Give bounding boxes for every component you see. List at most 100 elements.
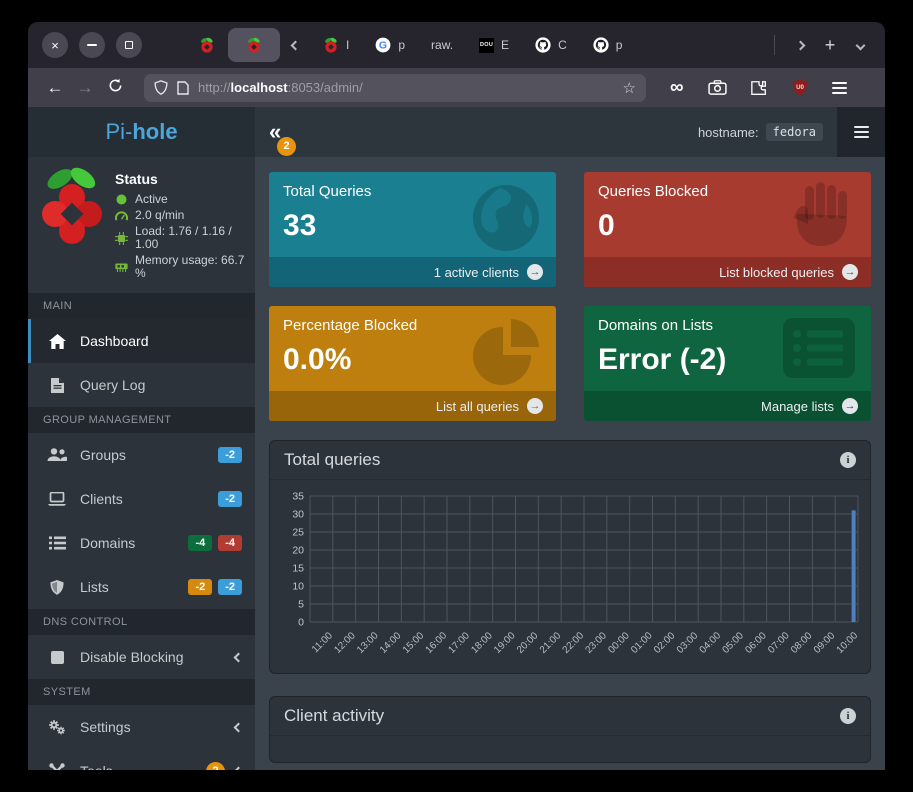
tab[interactable]: Gp bbox=[362, 28, 418, 62]
menu-item-label: Dashboard bbox=[80, 333, 149, 349]
app-menu-button[interactable] bbox=[832, 82, 847, 94]
tab[interactable]: C bbox=[522, 28, 580, 62]
card-footer-label: 1 active clients bbox=[434, 265, 519, 280]
screenshot-camera-icon[interactable] bbox=[708, 80, 727, 95]
page-info-icon[interactable] bbox=[177, 81, 189, 95]
tab[interactable]: I bbox=[310, 28, 362, 62]
svg-text:0: 0 bbox=[298, 617, 304, 629]
count-badge: -4 bbox=[218, 535, 242, 551]
info-icon[interactable]: i bbox=[840, 452, 856, 468]
status-text: Memory usage: 66.7 % bbox=[135, 254, 247, 280]
firefox-view-icon[interactable]: ∞ bbox=[670, 77, 684, 99]
menu-section-label: DNS CONTROL bbox=[28, 609, 255, 635]
status-text: Load: 1.76 / 1.16 / 1.00 bbox=[135, 225, 247, 251]
url-text[interactable]: http://localhost:8053/admin/ bbox=[198, 80, 363, 95]
sidebar-item-settings[interactable]: Settings bbox=[28, 705, 255, 749]
browser-window: × I Gpraw.DOUECp + ← → http://localhost:8… bbox=[28, 22, 885, 770]
close-button[interactable]: × bbox=[42, 32, 68, 58]
bookmark-star-icon[interactable]: ☆ bbox=[623, 79, 636, 97]
svg-text:G: G bbox=[379, 40, 387, 52]
card-footer-link[interactable]: List blocked queries→ bbox=[584, 257, 871, 287]
svg-text:04:00: 04:00 bbox=[698, 630, 724, 656]
list-tabs-button[interactable] bbox=[845, 30, 875, 60]
new-tab-button[interactable]: + bbox=[815, 30, 845, 60]
client-activity-chart bbox=[270, 736, 870, 762]
maximize-button[interactable] bbox=[116, 32, 142, 58]
minimize-button[interactable] bbox=[79, 32, 105, 58]
count-badge: -2 bbox=[188, 579, 212, 595]
maximize-icon bbox=[125, 41, 133, 49]
svg-text:01:00: 01:00 bbox=[629, 630, 655, 656]
ublock-origin-icon[interactable]: U0 bbox=[792, 79, 808, 96]
home-icon bbox=[47, 334, 67, 349]
count-badge: -2 bbox=[218, 491, 242, 507]
back-button[interactable]: ← bbox=[40, 78, 70, 98]
hostname-label: hostname: bbox=[698, 125, 759, 140]
card-footer-link[interactable]: 1 active clients→ bbox=[269, 257, 556, 287]
total-queries-panel: Total queries i 0510152025303511:0012:00… bbox=[269, 440, 871, 674]
forward-button[interactable]: → bbox=[70, 78, 100, 98]
card-title: Total Queries bbox=[283, 183, 542, 200]
sidebar-item-domains[interactable]: Domains-4-4 bbox=[28, 521, 255, 565]
count-badge: -4 bbox=[188, 535, 212, 551]
github-favicon bbox=[593, 37, 609, 53]
svg-text:05:00: 05:00 bbox=[720, 630, 746, 656]
svg-text:10:00: 10:00 bbox=[835, 630, 861, 656]
card-footer-link[interactable]: Manage lists→ bbox=[584, 391, 871, 421]
menu-item-label: Query Log bbox=[80, 377, 145, 393]
reload-button[interactable] bbox=[100, 78, 130, 98]
svg-text:5: 5 bbox=[298, 599, 304, 611]
tab[interactable]: p bbox=[580, 28, 636, 62]
users-icon bbox=[47, 448, 67, 462]
card-title: Domains on Lists bbox=[598, 317, 857, 334]
card-domains-on-lists: Domains on ListsError (-2)Manage lists→ bbox=[584, 306, 871, 421]
tab-active[interactable] bbox=[228, 28, 280, 62]
svg-text:22:00: 22:00 bbox=[561, 630, 587, 656]
sidebar-item-groups[interactable]: Groups-2 bbox=[28, 433, 255, 477]
pihole-brand[interactable]: Pi-hole bbox=[28, 107, 255, 157]
extensions-puzzle-icon[interactable] bbox=[751, 79, 768, 96]
sidebar-collapse-button[interactable]: « 2 bbox=[269, 121, 281, 143]
svg-text:18:00: 18:00 bbox=[469, 630, 495, 656]
card-footer-link[interactable]: List all queries→ bbox=[269, 391, 556, 421]
pihole-logo bbox=[38, 166, 106, 283]
menu-item-label: Clients bbox=[80, 491, 123, 507]
svg-text:03:00: 03:00 bbox=[675, 630, 701, 656]
chevron-left-icon bbox=[290, 40, 300, 50]
sidebar-item-disable-blocking[interactable]: Disable Blocking bbox=[28, 635, 255, 679]
update-count-badge: 2 bbox=[277, 137, 296, 156]
tab[interactable]: raw. bbox=[418, 28, 466, 62]
status-text: 2.0 q/min bbox=[135, 209, 184, 222]
svg-text:13:00: 13:00 bbox=[355, 630, 381, 656]
scroll-tabs-right-button[interactable] bbox=[785, 30, 815, 60]
scroll-tabs-left-button[interactable] bbox=[280, 30, 310, 60]
svg-text:06:00: 06:00 bbox=[743, 630, 769, 656]
card-value: 0 bbox=[598, 209, 857, 243]
client-activity-panel: Client activity i bbox=[269, 696, 871, 763]
tab[interactable]: DOUE bbox=[466, 28, 522, 62]
info-icon[interactable]: i bbox=[840, 708, 856, 724]
tab-title: E bbox=[501, 38, 509, 52]
menu-section-label: MAIN bbox=[28, 293, 255, 319]
hostname-value: fedora bbox=[766, 123, 823, 141]
main-content: Total Queries331 active clients→Queries … bbox=[255, 157, 885, 770]
arrow-circle-right-icon: → bbox=[842, 398, 858, 414]
sidebar-item-query-log[interactable]: Query Log bbox=[28, 363, 255, 407]
url-bar[interactable]: http://localhost:8053/admin/ ☆ bbox=[144, 74, 646, 102]
tab-title: I bbox=[346, 38, 349, 52]
sidebar-item-lists[interactable]: Lists-2-2 bbox=[28, 565, 255, 609]
tools-icon bbox=[47, 763, 67, 770]
pinned-tab[interactable] bbox=[192, 37, 222, 53]
header-menu-button[interactable] bbox=[837, 107, 885, 157]
sidebar-item-clients[interactable]: Clients -2 bbox=[28, 477, 255, 521]
shield-permissions-icon[interactable] bbox=[154, 80, 168, 95]
sidebar-item-dashboard[interactable]: Dashboard bbox=[28, 319, 255, 363]
menu-item-label: Tools bbox=[80, 763, 113, 770]
page-header: Pi-hole « 2 hostname: fedora bbox=[28, 107, 885, 157]
svg-text:U0: U0 bbox=[796, 84, 804, 91]
menu-item-label: Settings bbox=[80, 719, 131, 735]
pihole-favicon bbox=[323, 37, 339, 53]
sidebar-item-tools[interactable]: Tools2 bbox=[28, 749, 255, 770]
status-item: 2.0 q/min bbox=[115, 209, 247, 222]
tab-separator bbox=[774, 35, 775, 55]
